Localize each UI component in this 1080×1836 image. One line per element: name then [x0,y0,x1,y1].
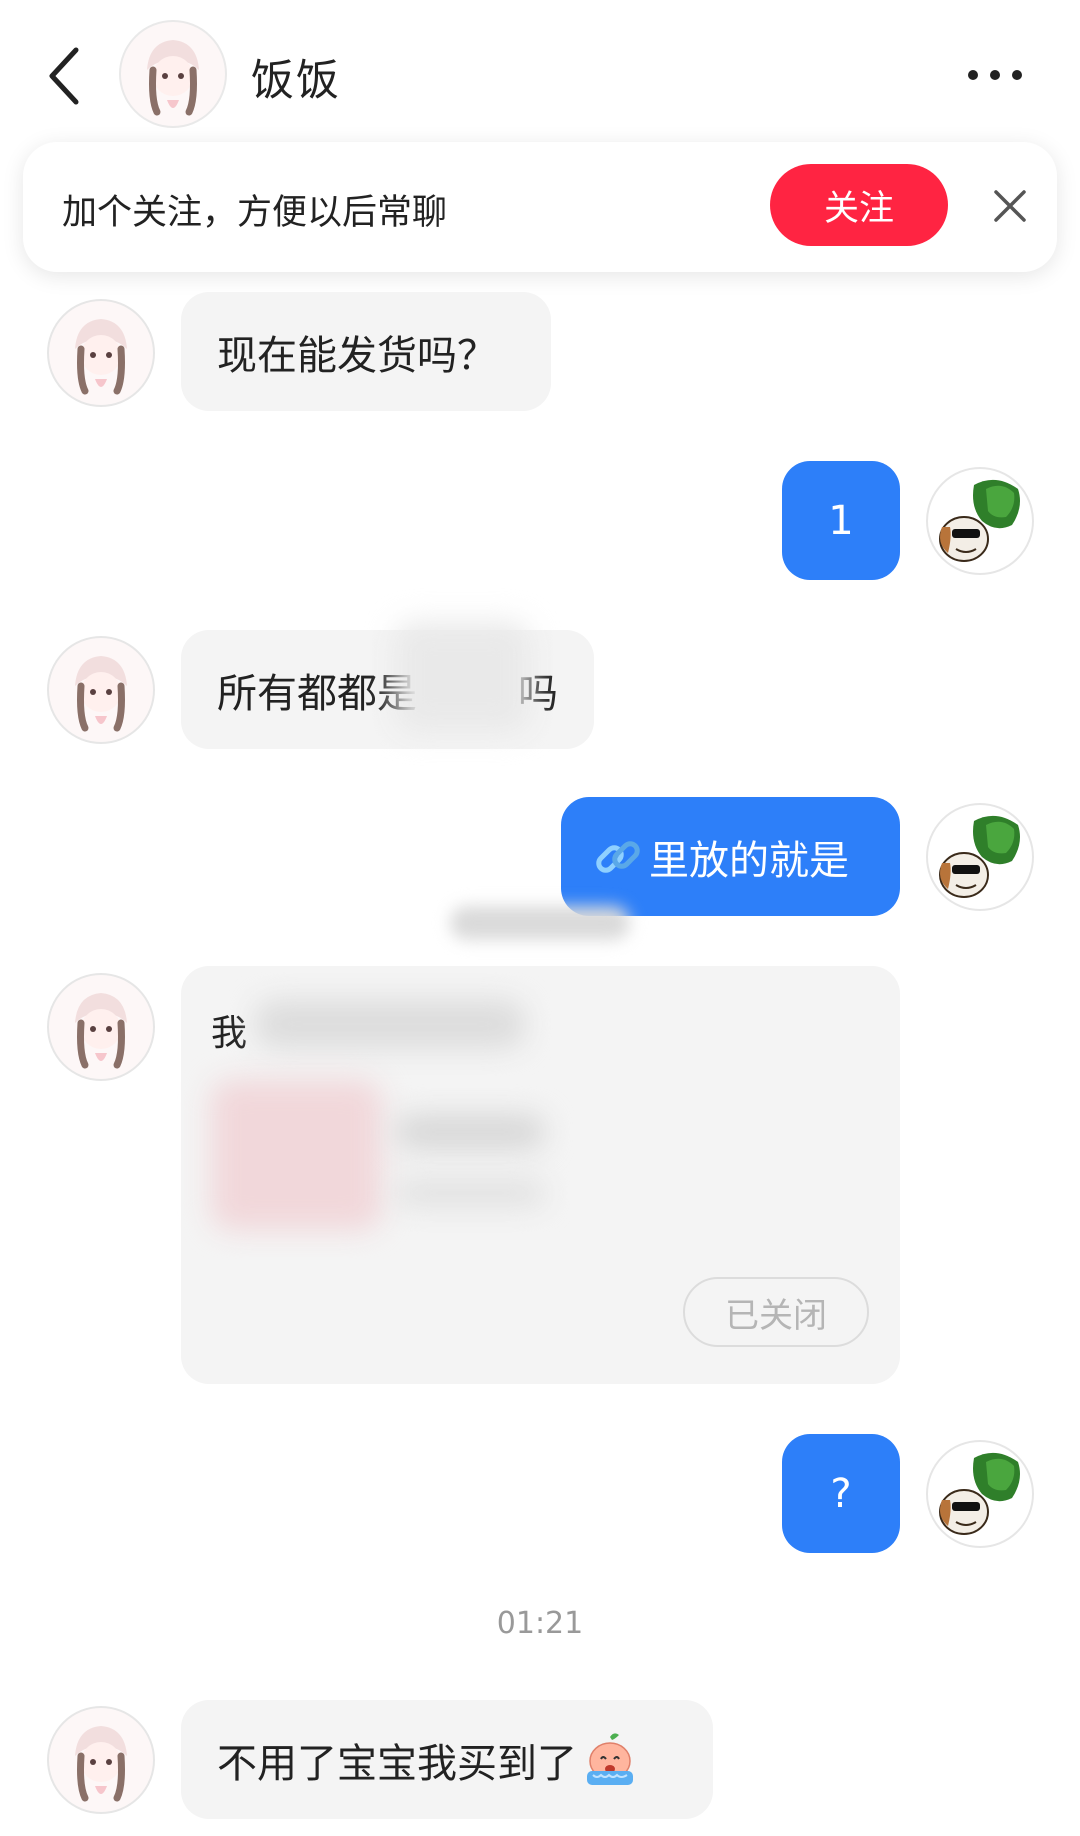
user-avatar[interactable] [926,1440,1034,1548]
message-text: 1 [828,497,854,544]
redacted-product-title [395,1115,545,1149]
redacted-area [395,622,530,732]
contact-avatar[interactable] [47,973,155,1081]
message-text: 不用了宝宝我买到了 [217,1740,577,1787]
redacted-product-image [211,1080,381,1230]
message-text: ? [830,1470,852,1517]
contact-avatar[interactable] [47,636,155,744]
timestamp: 01:21 [496,1606,584,1641]
follow-banner-text: 加个关注，方便以后常聊 [62,193,448,233]
follow-button[interactable]: 关注 [770,164,948,246]
redacted-area [255,1000,525,1048]
redacted-area [450,906,630,940]
contact-avatar[interactable] [47,299,155,407]
shared-card-text: 我 [211,1013,248,1054]
contact-avatar[interactable] [119,20,227,128]
message-text: 里放的就是 [649,837,849,884]
close-icon[interactable] [992,188,1028,224]
message-bubble-incoming: 所有都都是 吗 [181,630,594,749]
contact-avatar[interactable] [47,1706,155,1814]
message-bubble-outgoing[interactable]: 里放的就是 [561,797,900,916]
link-icon [596,840,640,873]
crying-peach-emoji [587,1732,633,1785]
chat-title: 饭饭 [251,56,341,106]
more-horizontal-icon[interactable] [965,62,1025,88]
message-bubble-incoming: 不用了宝宝我买到了 [181,1700,713,1819]
chevron-left-icon[interactable] [46,44,86,108]
message-bubble-outgoing: 1 [782,461,900,580]
message-text-start: 所有都都是 [217,670,417,717]
message-text: 现在能发货吗？ [217,332,497,379]
redacted-product-price [395,1180,545,1206]
message-bubble-outgoing: ? [782,1434,900,1553]
closed-status-tag: 已关闭 [683,1277,869,1347]
user-avatar[interactable] [926,467,1034,575]
user-avatar[interactable] [926,803,1034,911]
message-bubble-incoming: 现在能发货吗？ [181,292,551,411]
